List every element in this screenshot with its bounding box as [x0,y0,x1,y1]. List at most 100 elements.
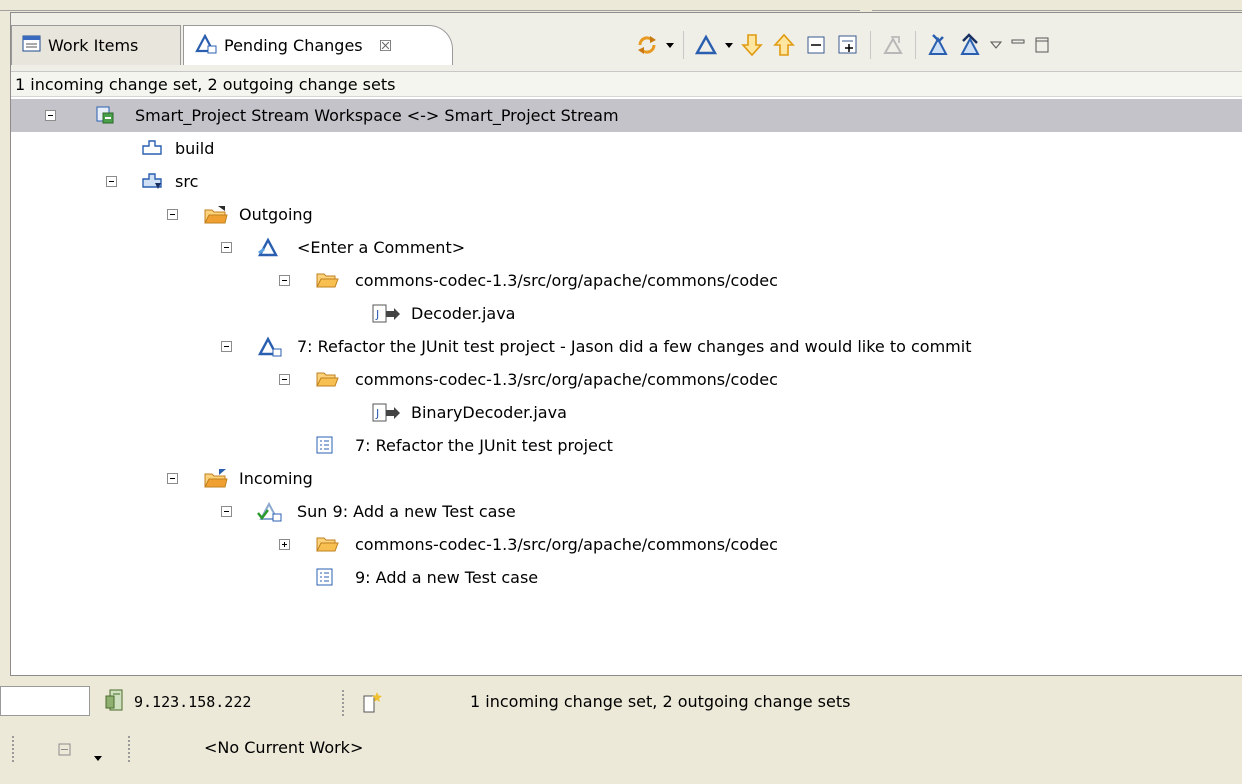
svg-text:J: J [375,308,379,321]
tree-label: Outgoing [239,205,313,224]
tree-row-file[interactable]: J BinaryDecoder.java [11,396,1242,429]
refresh-icon[interactable] [631,29,663,61]
tab-label: Work Items [48,36,139,55]
folder-icon [315,369,339,389]
work-item-icon [315,435,337,455]
java-file-icon: J [371,303,401,323]
change-set-icon [257,336,283,357]
active-change-set-icon [257,237,279,257]
tree-row-change-set[interactable]: 7: Refactor the JUnit test project - Jas… [11,330,1242,363]
incoming-folder-icon [203,468,229,488]
pending-changes-icon [194,33,218,58]
collapse-icon[interactable] [58,742,72,761]
deliver-icon[interactable] [954,29,986,61]
new-item-icon[interactable] [362,690,384,718]
collapse-toggle[interactable] [167,209,178,220]
top-divider [872,0,1242,11]
view-toolbar [631,27,1054,63]
tab-pending-changes[interactable]: Pending Changes ☒ [183,25,453,65]
tree-row-workspace[interactable]: Smart_Project Stream Workspace <-> Smart… [11,99,1242,132]
tree-row-src[interactable]: src [11,165,1242,198]
server-connection-icon [104,688,126,716]
tree-label: commons-codec-1.3/src/org/apache/commons… [355,271,778,290]
view-menu-icon[interactable] [986,29,1006,61]
outgoing-folder-icon [203,204,229,224]
collapse-toggle[interactable] [45,110,56,121]
expand-all-icon[interactable] [832,29,864,61]
minimize-icon[interactable] [1006,29,1030,61]
status-message: 1 incoming change set, 2 outgoing change… [470,692,851,711]
arrow-down-icon[interactable] [736,29,768,61]
collapse-toggle[interactable] [221,341,232,352]
tree-row-incoming[interactable]: Incoming [11,462,1242,495]
chevron-down-icon[interactable] [94,746,102,765]
toolbar-separator [915,31,916,59]
accept-icon[interactable] [922,29,954,61]
collapse-toggle[interactable] [221,506,232,517]
summary-line: 1 incoming change set, 2 outgoing change… [11,71,1242,97]
work-items-icon [22,35,42,57]
tree-label: <Enter a Comment> [297,238,466,257]
tree-label: Sun 9: Add a new Test case [297,502,516,521]
component-changed-icon [141,171,163,191]
chevron-down-icon[interactable] [722,29,736,61]
java-file-icon: J [371,402,401,422]
folder-icon [315,534,339,554]
toolbar-separator [870,31,871,59]
deliver-disabled-icon[interactable] [877,29,909,61]
current-work[interactable]: <No Current Work> [204,734,363,762]
tree-row-build[interactable]: build [11,132,1242,165]
pending-changes-view: Work Items Pending Changes ☒ 1 incoming … [10,12,1242,676]
tree-row-folder[interactable]: commons-codec-1.3/src/org/apache/commons… [11,528,1242,561]
toolbar-separator [683,31,684,59]
tree-label: 9: Add a new Test case [355,568,539,587]
tree-label: commons-codec-1.3/src/org/apache/commons… [355,535,778,554]
tree-label: BinaryDecoder.java [411,403,567,422]
tree-row-change-set[interactable]: Sun 9: Add a new Test case [11,495,1242,528]
status-separator [342,690,344,716]
tree-row-outgoing[interactable]: Outgoing [11,198,1242,231]
tree-row-comment[interactable]: <Enter a Comment> [11,231,1242,264]
tree-label: build [175,139,215,158]
arrow-up-icon[interactable] [768,29,800,61]
workspace-icon [95,105,117,125]
tree-label: Smart_Project Stream Workspace <-> Smart… [135,106,619,125]
collapse-toggle[interactable] [279,374,290,385]
tree-row-folder[interactable]: commons-codec-1.3/src/org/apache/commons… [11,264,1242,297]
completed-change-set-icon [257,501,283,522]
work-item-icon [315,567,337,587]
tree-label: commons-codec-1.3/src/org/apache/commons… [355,370,778,389]
tab-work-items[interactable]: Work Items [11,25,181,65]
toolbar-grip[interactable] [12,736,14,762]
tree-row-file[interactable]: J Decoder.java [11,297,1242,330]
tree-label: 7: Refactor the JUnit test project - Jas… [297,337,972,356]
tree-label: Incoming [239,469,313,488]
tree-label: src [175,172,199,191]
ip-address: 9.123.158.222 [134,693,252,711]
top-divider [0,0,860,11]
change-set-icon[interactable] [690,29,722,61]
toolbar-grip[interactable] [128,736,130,762]
chevron-down-icon[interactable] [663,29,677,61]
status-bar: 9.123.158.222 1 incoming change set, 2 o… [0,676,1242,784]
component-icon [141,138,163,158]
collapse-toggle[interactable] [167,473,178,484]
maximize-icon[interactable] [1030,29,1054,61]
tree-label: Decoder.java [411,304,516,323]
tree-label: 7: Refactor the JUnit test project [355,436,613,455]
collapse-toggle[interactable] [279,275,290,286]
tab-bar: Work Items Pending Changes ☒ [11,13,1242,71]
collapse-toggle[interactable] [221,242,232,253]
top-strip [0,0,1242,12]
tab-label: Pending Changes [224,36,363,55]
collapse-toggle[interactable] [106,176,117,187]
tree-row-work-item[interactable]: 7: Refactor the JUnit test project [11,429,1242,462]
svg-text:J: J [375,407,379,420]
expand-toggle[interactable] [279,539,290,550]
tree-row-work-item[interactable]: 9: Add a new Test case [11,561,1242,594]
server-address[interactable]: 9.123.158.222 [104,688,251,716]
tree-row-folder[interactable]: commons-codec-1.3/src/org/apache/commons… [11,363,1242,396]
status-field [0,686,90,716]
collapse-all-icon[interactable] [800,29,832,61]
close-icon[interactable]: ☒ [379,37,392,55]
